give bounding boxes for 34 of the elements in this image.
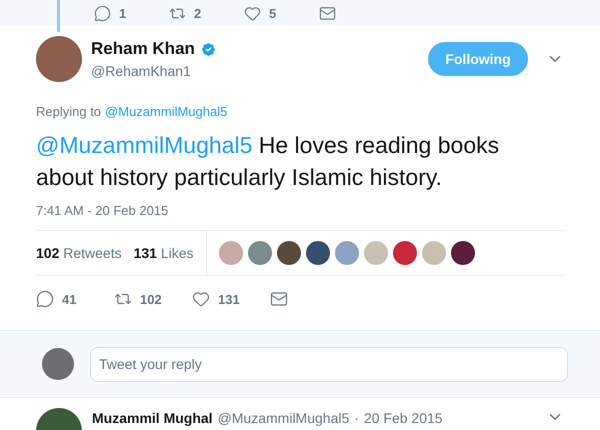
timestamp[interactable]: 7:41 AM - 20 Feb 2015	[36, 203, 564, 218]
replying-label: Replying to	[36, 104, 102, 119]
mention-link[interactable]: @MuzammilMughal5	[36, 132, 252, 158]
reply-action[interactable]: 41	[36, 290, 114, 308]
liker-avatar[interactable]	[450, 241, 475, 265]
envelope-icon	[270, 290, 288, 308]
liker-avatar[interactable]	[306, 241, 330, 265]
heart-icon	[192, 290, 210, 308]
following-button[interactable]: Following	[428, 42, 528, 76]
user-handle[interactable]: @MuzammilMughal5	[218, 410, 350, 426]
user-name[interactable]: Reham Khan	[91, 39, 195, 59]
user-name[interactable]: Muzammil Mughal	[92, 410, 213, 426]
stat-count[interactable]: 131 Likes	[134, 245, 194, 261]
stat-count[interactable]: 102 Retweets	[36, 245, 122, 261]
retweet-action[interactable]: 102	[114, 290, 192, 308]
like-action[interactable]: 131	[192, 290, 270, 308]
liker-avatar[interactable]	[392, 241, 417, 265]
envelope-icon	[319, 4, 336, 22]
separator: ·	[354, 410, 359, 426]
tweet-text: @MuzammilMughal5 He loves reading books about history particularly Islamic history.	[36, 131, 500, 192]
tweet-date[interactable]: 20 Feb 2015	[364, 410, 443, 426]
retweet-action[interactable]: 2	[169, 4, 244, 22]
reply-icon	[36, 290, 54, 308]
liker-avatar[interactable]	[276, 241, 301, 265]
like-action[interactable]: 5	[244, 4, 319, 22]
reply-action[interactable]: 1	[94, 4, 169, 22]
reply-input-field[interactable]: Tweet your reply	[90, 346, 568, 382]
avatar	[42, 348, 74, 380]
reply-icon	[94, 4, 111, 22]
avatar[interactable]	[36, 36, 82, 82]
mention-link[interactable]: @MuzammilMughal5	[105, 104, 228, 119]
thread-line	[57, 0, 60, 32]
user-handle[interactable]: @RehamKhan1	[91, 63, 428, 79]
heart-icon	[244, 4, 261, 22]
